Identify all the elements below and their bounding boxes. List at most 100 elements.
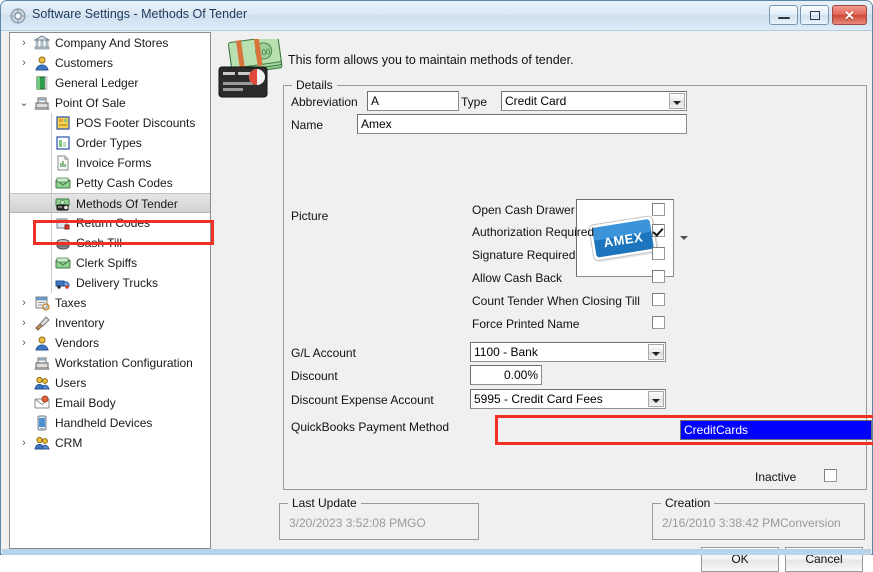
sidebar-item-label: Company And Stores (55, 36, 169, 50)
type-label: Type (461, 95, 488, 109)
sidebar-item-inventory[interactable]: › Inventory (10, 313, 210, 333)
sidebar-item-pos-footer-discounts[interactable]: POS Footer Discounts (10, 113, 210, 133)
signature-required-checkbox[interactable] (652, 247, 665, 260)
sidebar-item-company-and-stores[interactable]: › Company And Stores (10, 33, 210, 53)
abbreviation-label: Abbreviation (291, 95, 358, 109)
sidebar-item-point-of-sale[interactable]: ⌄ Point Of Sale (10, 93, 210, 113)
window-body: › Company And Stores › Customers General Led… (2, 31, 873, 572)
form-description: This form allows you to maintain methods… (288, 53, 574, 67)
title-bar: Software Settings - Methods Of Tender ✕ (1, 1, 872, 31)
close-button[interactable]: ✕ (832, 5, 867, 25)
sidebar-item-cash-till[interactable]: Cash Till (10, 233, 210, 253)
crm-users-icon (34, 435, 50, 451)
authorization-required-checkbox[interactable] (652, 224, 665, 237)
discount-label: Discount (291, 369, 338, 383)
sidebar-item-label: Users (55, 376, 87, 390)
expand-chevron-right-icon[interactable]: › (18, 333, 30, 353)
taxes-icon (34, 295, 50, 311)
gl-account-combobox[interactable]: 1100 - Bank (470, 342, 666, 362)
checkbox-label-1: Authorization Required (472, 225, 595, 239)
creation-timestamp: 2/16/2010 3:38:42 PM (662, 516, 781, 530)
abbreviation-input[interactable]: A (367, 91, 459, 111)
yellow-note-icon (55, 115, 71, 131)
sidebar-item-order-types[interactable]: Order Types (10, 133, 210, 153)
sidebar-item-invoice-forms[interactable]: Invoice Forms (10, 153, 210, 173)
close-icon: ✕ (844, 8, 855, 23)
sidebar-item-handheld-devices[interactable]: Handheld Devices (10, 413, 210, 433)
bank-building-icon (33, 35, 51, 51)
sidebar-item-label: Point Of Sale (55, 96, 126, 110)
sidebar-item-label: Taxes (55, 296, 87, 310)
inventory-brush-icon (34, 315, 50, 331)
sidebar-item-taxes[interactable]: › Taxes (10, 293, 210, 313)
expand-chevron-right-icon[interactable]: › (18, 433, 30, 453)
type-combobox-value: Credit Card (505, 94, 567, 108)
sidebar-item-petty-cash-codes[interactable]: Petty Cash Codes (10, 173, 210, 193)
quickbooks-payment-method-input[interactable]: CreditCards (680, 420, 872, 440)
last-update-title: Last Update (288, 496, 361, 510)
chevron-down-icon[interactable] (648, 391, 664, 407)
discount-input[interactable]: 0.00% (470, 365, 542, 385)
picture-dropdown-arrow-icon[interactable] (678, 231, 691, 244)
type-combobox[interactable]: Credit Card (501, 91, 687, 111)
name-input[interactable]: Amex (357, 114, 687, 134)
expand-chevron-right-icon[interactable]: › (18, 53, 30, 73)
checkbox-label-4: Count Tender When Closing Till (472, 294, 640, 308)
checkbox-label-2: Signature Required (472, 248, 576, 262)
sidebar-item-label: Invoice Forms (76, 156, 152, 170)
expand-chevron-right-icon[interactable]: › (18, 313, 30, 333)
sidebar-item-workstation-configuration[interactable]: Workstation Configuration (10, 353, 210, 373)
sidebar-item-general-ledger[interactable]: General Ledger (10, 73, 210, 93)
chevron-down-icon[interactable] (648, 344, 664, 360)
sidebar-item-email-body[interactable]: Email Body (10, 393, 210, 413)
status-strip (2, 549, 871, 555)
gl-account-value: 1100 - Bank (474, 345, 538, 359)
force-printed-name-checkbox[interactable] (652, 316, 665, 329)
sidebar-item-label: Methods Of Tender (76, 197, 178, 211)
gl-account-label: G/L Account (291, 346, 356, 360)
sidebar-item-crm[interactable]: › CRM (10, 433, 210, 453)
customer-person-icon (34, 55, 50, 71)
checkbox-label-3: Allow Cash Back (472, 271, 563, 285)
workstation-icon (34, 355, 50, 371)
sidebar-item-vendors[interactable]: › Vendors (10, 333, 210, 353)
quickbooks-payment-method-label: QuickBooks Payment Method (291, 420, 450, 434)
cash-till-icon (55, 235, 71, 251)
detail-pane: 100 This form allows you to maintain met… (212, 31, 873, 572)
sidebar-item-delivery-trucks[interactable]: Delivery Trucks (10, 273, 210, 293)
expand-chevron-right-icon[interactable]: › (18, 293, 30, 313)
inactive-label: Inactive (755, 470, 797, 484)
sidebar-item-label: General Ledger (55, 76, 139, 90)
inactive-checkbox[interactable] (824, 469, 837, 482)
expand-chevron-right-icon[interactable]: › (18, 33, 30, 53)
minimize-button[interactable] (769, 5, 798, 25)
collapse-chevron-down-icon[interactable]: ⌄ (18, 93, 30, 113)
checkbox-label-5: Force Printed Name (472, 317, 580, 331)
discount-expense-account-label: Discount Expense Account (291, 393, 434, 407)
cash-envelope-icon (55, 175, 71, 191)
sidebar-item-label: Vendors (55, 336, 100, 350)
chevron-down-icon[interactable] (669, 93, 685, 109)
discount-expense-account-value: 5995 - Credit Card Fees (474, 392, 603, 406)
sidebar-item-label: Petty Cash Codes (76, 176, 173, 190)
discount-expense-account-combobox[interactable]: 5995 - Credit Card Fees (470, 389, 666, 409)
settings-tree[interactable]: › Company And Stores › Customers General Led… (9, 32, 211, 549)
sidebar-item-label: CRM (55, 436, 83, 450)
sidebar-item-methods-of-tender[interactable]: Methods Of Tender (10, 193, 210, 214)
sidebar-item-users[interactable]: Users (10, 373, 210, 393)
count-tender-when-closing-till-checkbox[interactable] (652, 293, 665, 306)
sidebar-item-label: POS Footer Discounts (76, 116, 196, 130)
allow-cash-back-checkbox[interactable] (652, 270, 665, 283)
delivery-truck-icon (55, 275, 71, 291)
sidebar-item-label: Customers (55, 56, 114, 70)
open-cash-drawer-checkbox[interactable] (652, 203, 665, 216)
sidebar-item-return-codes[interactable]: Return Codes (10, 213, 210, 233)
users-icon (34, 375, 50, 391)
green-book-icon (34, 75, 50, 91)
sidebar-item-label: Email Body (55, 396, 116, 410)
sidebar-item-customers[interactable]: › Customers (10, 53, 210, 73)
cash-envelope-icon (55, 255, 71, 271)
sidebar-item-clerk-spiffs[interactable]: Clerk Spiffs (10, 253, 210, 273)
creation-title: Creation (661, 496, 715, 510)
maximize-button[interactable] (800, 5, 829, 25)
